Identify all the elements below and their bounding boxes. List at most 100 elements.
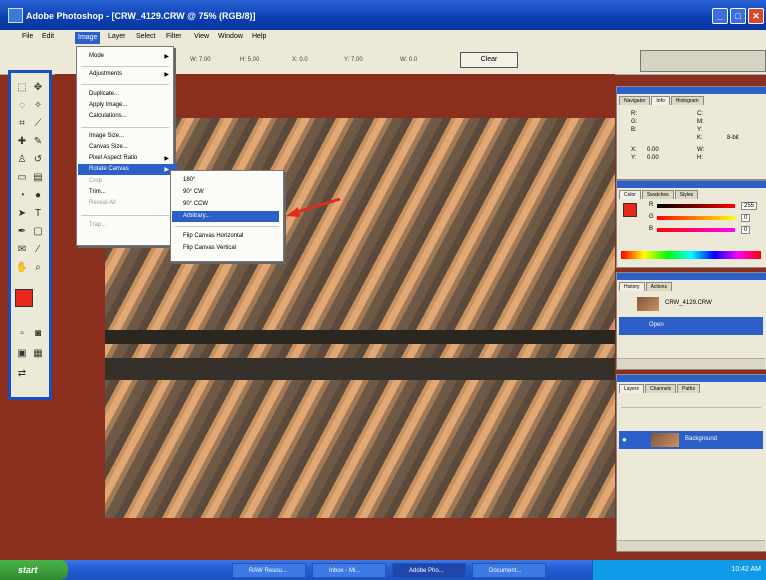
healing-brush-icon[interactable]: ✚ xyxy=(15,135,29,149)
color-ramp[interactable] xyxy=(621,251,761,259)
menu-view[interactable]: View xyxy=(194,33,209,40)
foreground-color-swatch[interactable] xyxy=(15,289,33,307)
eraser-tool-icon[interactable]: ▭ xyxy=(15,171,29,185)
brush-tool-icon[interactable]: ✎ xyxy=(31,135,45,149)
taskbar-item-4[interactable]: Document... xyxy=(472,563,546,578)
standard-mode-icon[interactable]: ▫ xyxy=(15,327,29,341)
blue-slider[interactable] xyxy=(657,228,735,232)
close-button[interactable]: ✕ xyxy=(748,8,764,24)
menu-item-calculations[interactable]: Calculations... xyxy=(89,113,127,119)
menu-edit[interactable]: Edit xyxy=(42,33,54,40)
menu-item-flip-vertical[interactable]: Flip Canvas Vertical xyxy=(183,245,236,251)
menu-item-rotate-canvas[interactable]: Rotate Canvas xyxy=(78,164,177,175)
option-field-3[interactable]: X: 0.0 xyxy=(292,57,308,63)
taskbar-item-1[interactable]: RAW Resou... xyxy=(232,563,306,578)
menu-item-flip-horizontal[interactable]: Flip Canvas Horizontal xyxy=(183,233,243,239)
quick-mask-icon[interactable]: ◙ xyxy=(31,327,45,341)
tab-styles[interactable]: Styles xyxy=(674,190,699,199)
tab-color[interactable]: Color xyxy=(619,190,641,199)
option-field-4[interactable]: Y: 7.00 xyxy=(344,57,363,63)
color-r-value[interactable]: 255 xyxy=(741,202,758,210)
marquee-tool-icon[interactable]: ⬚ xyxy=(15,81,29,95)
crop-tool-icon[interactable]: ⌗ xyxy=(15,117,29,131)
gradient-tool-icon[interactable]: ▤ xyxy=(31,171,45,185)
tab-histogram[interactable]: Histogram xyxy=(670,96,704,105)
menu-item-pixel-aspect-ratio[interactable]: Pixel Aspect Ratio xyxy=(89,155,137,161)
minimize-button[interactable]: _ xyxy=(712,8,728,24)
menu-help[interactable]: Help xyxy=(252,33,266,40)
green-slider[interactable] xyxy=(657,216,735,220)
color-g-value[interactable]: 0 xyxy=(741,214,751,222)
blur-tool-icon[interactable]: ◔ xyxy=(15,189,29,203)
layer-background[interactable]: ● Background xyxy=(619,431,763,449)
jump-to-imageready-icon[interactable]: ⇄ xyxy=(15,367,29,381)
menu-layer[interactable]: Layer xyxy=(108,33,126,40)
taskbar-item-2[interactable]: Inbox - Mi... xyxy=(312,563,386,578)
history-panel: History Actions CRW_4129.CRW Open xyxy=(616,272,766,370)
menu-item-reveal-all[interactable]: Reveal All xyxy=(89,200,116,206)
color-b-value[interactable]: 0 xyxy=(741,226,751,234)
full-screen-icon[interactable]: ▦ xyxy=(31,347,45,361)
tab-swatches[interactable]: Swatches xyxy=(641,190,674,199)
clone-stamp-icon[interactable]: ♙ xyxy=(15,153,29,167)
history-brush-icon[interactable]: ↺ xyxy=(31,153,45,167)
tab-history[interactable]: History xyxy=(619,282,645,291)
menu-image[interactable]: Image xyxy=(75,32,101,44)
menu-item-rotate-180[interactable]: 180° xyxy=(183,177,195,183)
history-state-open[interactable]: Open xyxy=(619,317,763,335)
option-field-1[interactable]: W: 7.00 xyxy=(190,57,211,63)
menu-item-rotate-90-cw[interactable]: 90° CW xyxy=(183,189,204,195)
color-b-label: B xyxy=(649,226,654,232)
move-tool-icon[interactable]: ✥ xyxy=(31,81,45,95)
menu-file[interactable]: File xyxy=(22,33,33,40)
slice-tool-icon[interactable]: ⟋ xyxy=(31,117,45,131)
tab-layers[interactable]: Layers xyxy=(619,384,645,393)
palette-well[interactable] xyxy=(640,50,766,72)
eyedropper-icon[interactable]: ⁄ xyxy=(31,243,45,257)
info-x-label: X: xyxy=(631,147,637,153)
taskbar-item-3[interactable]: Adobe Pho... xyxy=(392,563,466,578)
info-x-value: 0.00 xyxy=(647,147,659,153)
type-tool-icon[interactable]: T xyxy=(31,207,45,221)
clock[interactable]: 10:42 AM xyxy=(731,566,761,573)
tab-navigator[interactable]: Navigator xyxy=(619,96,651,105)
path-select-icon[interactable]: ➤ xyxy=(15,207,29,221)
menu-item-apply-image[interactable]: Apply Image... xyxy=(89,102,127,108)
eye-icon[interactable]: ● xyxy=(622,435,627,444)
option-field-5[interactable]: W: 0.0 xyxy=(400,57,417,63)
menu-window[interactable]: Window xyxy=(218,33,243,40)
menu-item-mode[interactable]: Mode xyxy=(89,53,104,59)
red-slider[interactable] xyxy=(657,204,735,208)
history-snapshot[interactable]: CRW_4129.CRW xyxy=(619,295,763,313)
maximize-button[interactable]: □ xyxy=(730,8,746,24)
menu-filter[interactable]: Filter xyxy=(166,33,182,40)
menu-item-arbitrary[interactable]: Arbitrary... xyxy=(172,211,279,222)
menu-item-rotate-90-ccw[interactable]: 90° CCW xyxy=(183,201,208,207)
hand-tool-icon[interactable]: ✋ xyxy=(15,261,29,275)
menu-item-adjustments[interactable]: Adjustments xyxy=(89,71,122,77)
shape-tool-icon[interactable]: ▢ xyxy=(31,225,45,239)
tab-paths[interactable]: Paths xyxy=(677,384,700,393)
clear-button[interactable]: Clear xyxy=(460,52,518,68)
menu-item-image-size[interactable]: Image Size... xyxy=(89,133,124,139)
start-button[interactable]: start xyxy=(0,560,68,580)
menu-item-trim[interactable]: Trim... xyxy=(89,189,106,195)
menu-bar: File Edit Image Layer Select Filter View… xyxy=(0,30,766,46)
tab-info[interactable]: Info xyxy=(651,96,670,105)
color-fg-swatch[interactable] xyxy=(623,203,637,217)
menu-item-crop[interactable]: Crop xyxy=(89,178,102,184)
dodge-tool-icon[interactable]: ● xyxy=(31,189,45,203)
menu-item-trap[interactable]: Trap... xyxy=(89,222,106,228)
tab-channels[interactable]: Channels xyxy=(645,384,677,393)
menu-item-canvas-size[interactable]: Canvas Size... xyxy=(89,144,128,150)
screen-mode-icon[interactable]: ▣ xyxy=(15,347,29,361)
notes-tool-icon[interactable]: ✉ xyxy=(15,243,29,257)
pen-tool-icon[interactable]: ✒ xyxy=(15,225,29,239)
tab-actions[interactable]: Actions xyxy=(645,282,672,291)
magic-wand-icon[interactable]: ✧ xyxy=(31,99,45,113)
menu-item-duplicate[interactable]: Duplicate... xyxy=(89,91,119,97)
lasso-tool-icon[interactable]: ◌ xyxy=(15,99,29,113)
zoom-tool-icon[interactable]: ⌕ xyxy=(31,261,45,275)
option-field-2[interactable]: H: 5.00 xyxy=(240,57,259,63)
menu-select[interactable]: Select xyxy=(136,33,155,40)
